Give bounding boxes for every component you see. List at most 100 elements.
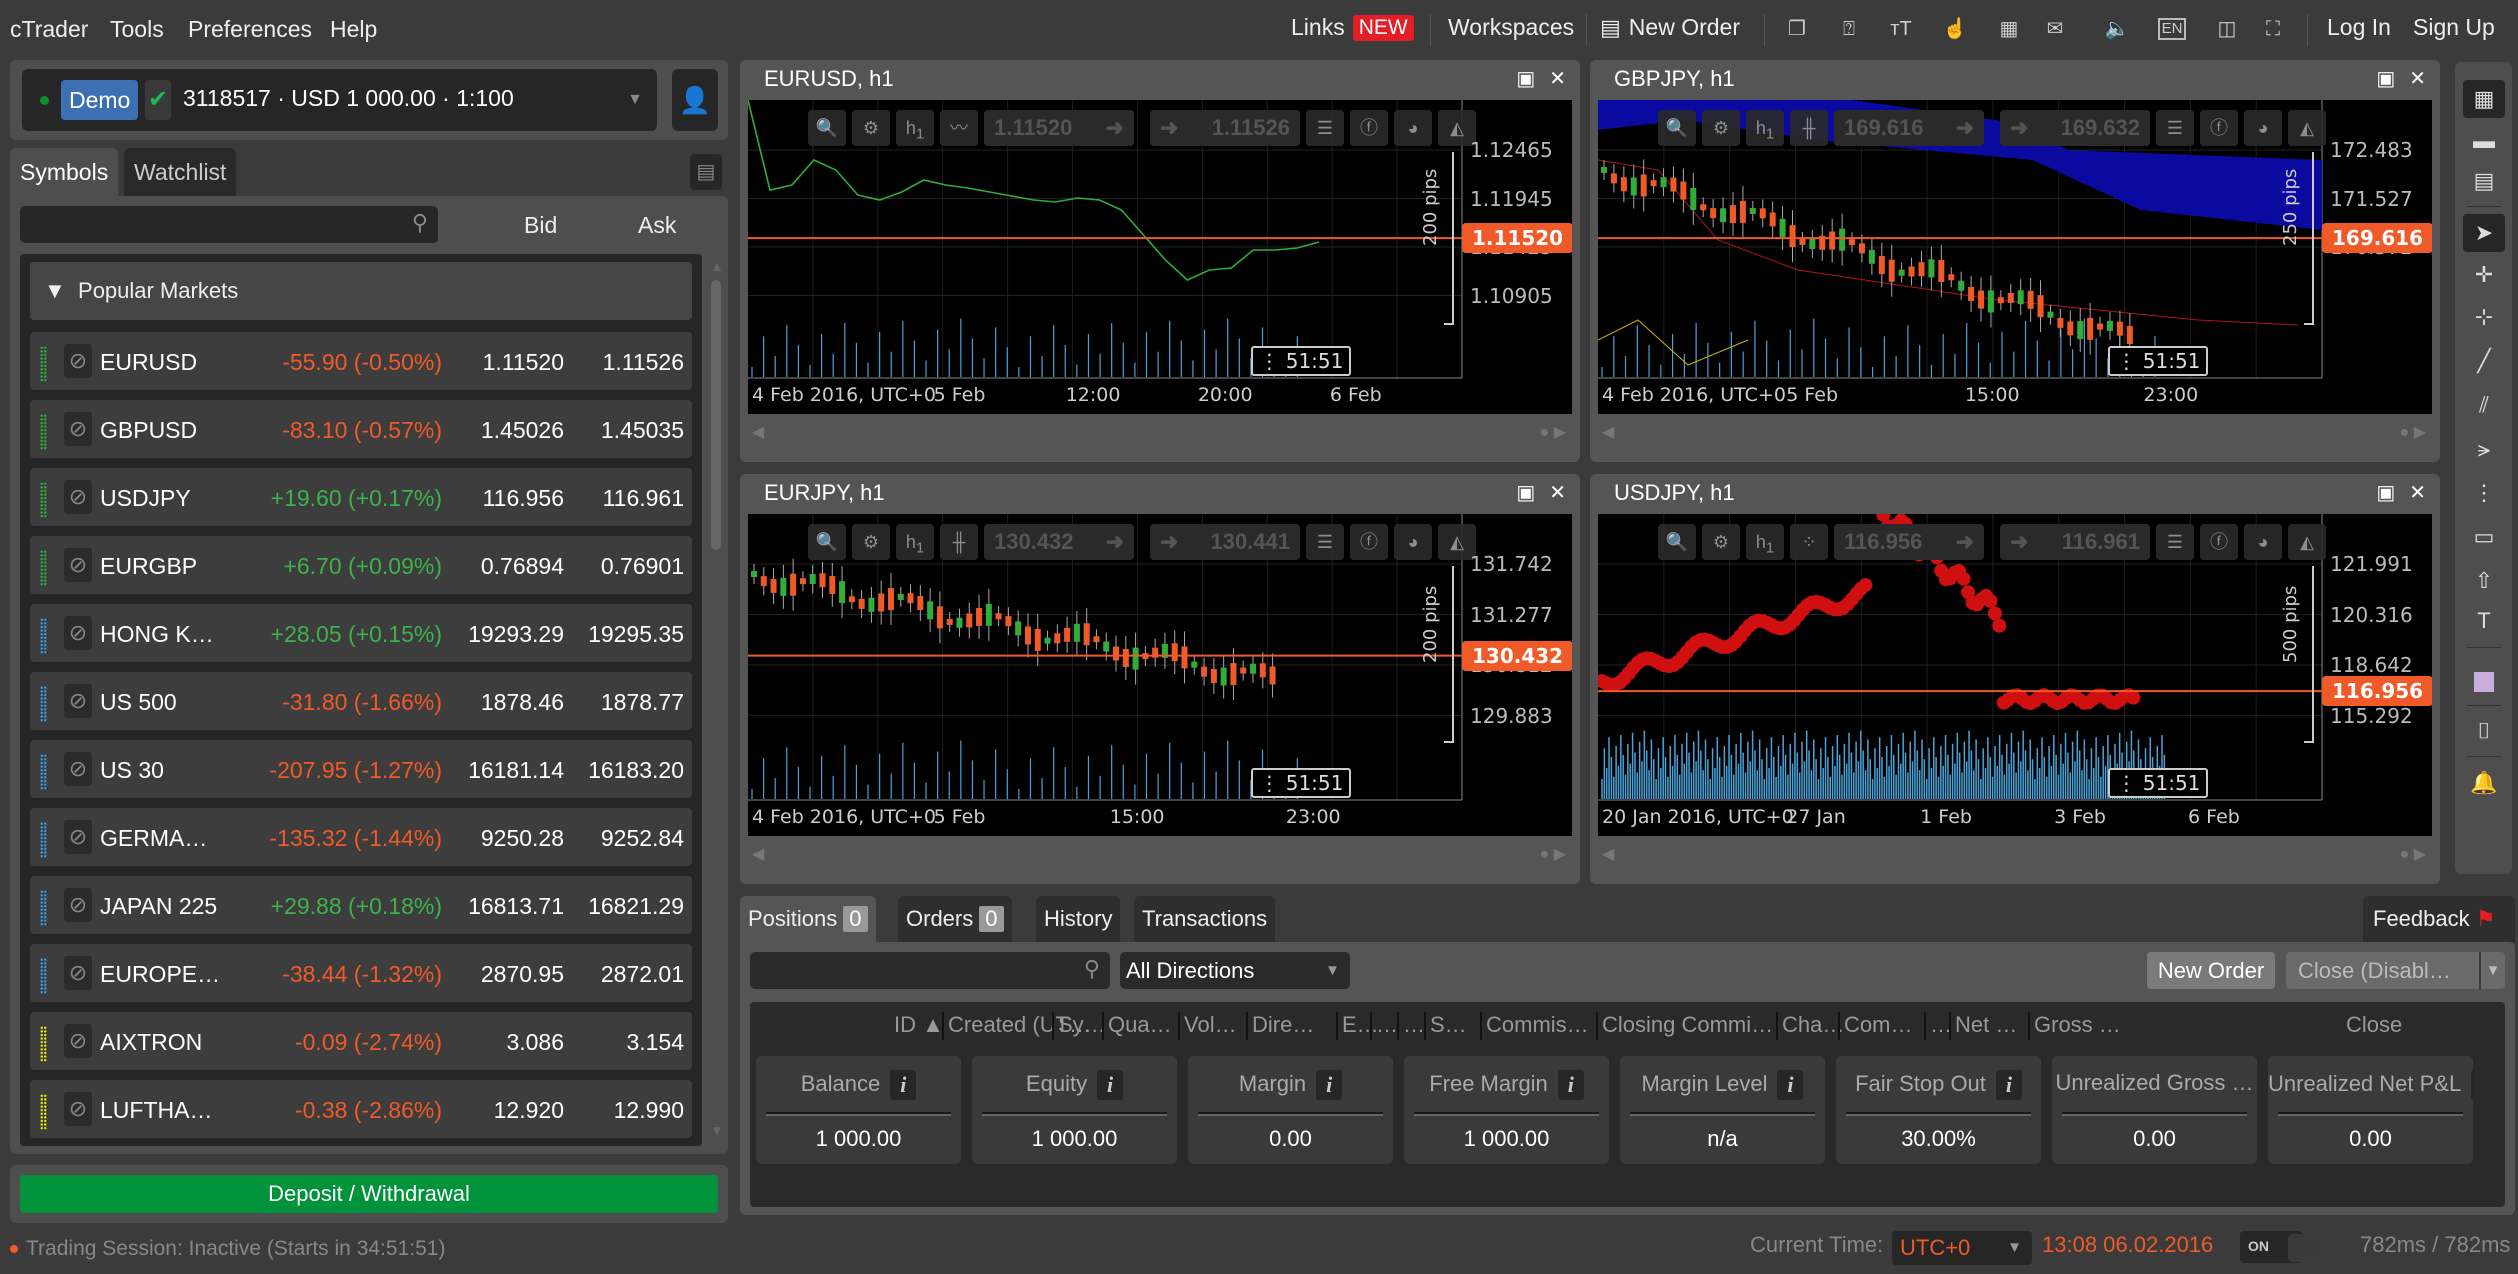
block-trading-icon[interactable]: ⊘ [64,548,92,582]
bid-price[interactable]: 16181.14 [468,757,564,784]
buy-price-button[interactable]: ➜ 169.632 [2000,110,2150,146]
zoom-icon[interactable]: 🔍 [808,524,846,560]
layout-1-icon[interactable]: ▬ [2463,122,2505,160]
objects-icon[interactable]: ◭ [2288,524,2326,560]
scroll-left-icon[interactable]: ◀ [1602,844,1614,864]
chart-type-icon[interactable]: ╫ [1790,110,1828,146]
bid-price[interactable]: 1.45026 [481,417,564,444]
bid-price[interactable]: 1.11520 [483,349,564,376]
fullscreen-icon[interactable]: ⛶ [2258,16,2288,42]
indicators-f-icon[interactable]: ⓕ [1350,524,1388,560]
block-trading-icon[interactable]: ⊘ [64,1092,92,1126]
column-header[interactable]: Dire… [1246,1012,1314,1040]
zoom-area-icon[interactable]: ⊹ [2463,298,2505,336]
cbots-icon[interactable]: ◕ [2244,524,2282,560]
pointer-icon[interactable]: ➤ [2463,214,2505,252]
touch-settings-icon[interactable]: ☝ [1940,16,1970,42]
menu-help[interactable]: Help [330,16,377,43]
chart-type-icon[interactable]: ╫ [940,524,978,560]
detach-icon[interactable]: ❐ [1782,16,1812,42]
zoom-icon[interactable]: 🔍 [808,110,846,146]
symbol-list-scrollbar[interactable]: ▲ ▼ [710,258,724,1138]
indicators-f-icon[interactable]: ⓕ [1350,110,1388,146]
symbol-row[interactable]: ⊘ JAPAN 225 +29.88 (+0.18%) 16813.71 168… [30,876,692,934]
block-trading-icon[interactable]: ⊘ [64,1024,92,1058]
column-header[interactable]: Vol… [1178,1012,1237,1040]
info-icon[interactable]: i [890,1070,917,1100]
buy-price-button[interactable]: ➜ 116.961 [2000,524,2150,560]
new-order-button[interactable]: ▤ New Order [1600,14,1740,41]
symbol-row[interactable]: ⊘ GERMA… -135.32 (-1.44%) 9250.28 9252.8… [30,808,692,866]
timezone-select[interactable]: UTC+0 ▼ [1892,1231,2032,1265]
links-button[interactable]: Links NEW [1291,14,1414,41]
column-header[interactable]: Net … [1949,1012,2017,1040]
ask-price[interactable]: 1.45035 [601,417,684,444]
column-header[interactable]: Cha… [1776,1012,1844,1040]
scroll-left-icon[interactable]: ◀ [752,844,764,864]
toggle-knob[interactable] [2288,1234,2326,1262]
deposit-withdrawal-button[interactable]: Deposit / Withdrawal [20,1175,718,1213]
bid-price[interactable]: 9250.28 [481,825,564,852]
group-popular-markets[interactable]: ▼ Popular Markets [30,262,692,320]
block-trading-icon[interactable]: ⊘ [64,820,92,854]
buy-price-button[interactable]: ➜ 130.441 [1150,524,1300,560]
ask-price[interactable]: 1.11526 [603,349,684,376]
chart-plot-area[interactable]: 🔍 ⚙ h1 ╫ 169.616 ➜ ➜ 169.632 ☰ ⓕ ◕ ◭ 172… [1598,100,2432,414]
close-icon[interactable]: ✕ [1549,482,1566,504]
language-en-icon[interactable]: EN [2158,18,2186,40]
tab-watchlist[interactable]: Watchlist [124,148,237,196]
tab-history[interactable]: History [1036,896,1121,942]
chart-horizontal-scrollbar[interactable]: ● ▶ [2400,844,2426,864]
buy-price-button[interactable]: ➜ 1.11526 [1150,110,1300,146]
chart-plot-area[interactable]: 🔍 ⚙ h1 〰 1.11520 ➜ ➜ 1.11526 ☰ ⓕ ◕ ◭ 1.1… [748,100,1572,414]
indicators-f-icon[interactable]: ⓕ [2200,524,2238,560]
checklist-icon[interactable]: ☰ [2156,524,2194,560]
chart-horizontal-scrollbar[interactable]: ● ▶ [1540,422,1566,442]
rectangle-icon[interactable]: ▭ [2463,518,2505,556]
color-swatch-icon[interactable] [2463,662,2505,700]
block-trading-icon[interactable]: ⊘ [64,344,92,378]
zoom-icon[interactable]: 🔍 [1658,524,1696,560]
bid-price[interactable]: 3.086 [506,1029,564,1056]
fib-fan-icon[interactable]: ⫽ [2463,386,2505,424]
column-header[interactable]: … [1370,1012,1398,1040]
email-icon[interactable]: ✉ [2040,16,2070,42]
arrow-icon[interactable]: ⇧ [2463,562,2505,600]
block-trading-icon[interactable]: ⊘ [64,684,92,718]
user-profile-button[interactable]: 👤 [672,69,718,131]
scroll-thumb[interactable] [711,280,721,550]
help-video-icon[interactable]: ⍰ [1834,16,1864,42]
positions-search-input[interactable]: ⚲ [750,952,1110,989]
sell-price-button[interactable]: 130.432 ➜ [984,524,1134,560]
direction-filter-select[interactable]: All Directions ▼ [1120,952,1350,989]
chart-settings-icon[interactable]: ⚙ [1702,110,1740,146]
bid-price[interactable]: 2870.95 [481,961,564,988]
column-header[interactable]: … [1397,1012,1425,1040]
andrews-pitchfork-icon[interactable]: ⪫ [2463,430,2505,468]
close-positions-button[interactable]: Close (Disabl… ▼ [2286,952,2505,989]
chevron-down-icon[interactable]: ▼ [2479,952,2505,989]
block-trading-icon[interactable]: ⊘ [64,888,92,922]
text-icon[interactable]: T [2463,602,2505,640]
symbol-row[interactable]: ⊘ EURUSD -55.90 (-0.50%) 1.11520 1.11526 [30,332,692,390]
sound-icon[interactable]: 🔈 [2102,16,2132,42]
checklist-icon[interactable]: ☰ [1306,110,1344,146]
trend-line-icon[interactable]: ╱ [2463,342,2505,380]
alert-bell-icon[interactable]: 🔔 [2463,764,2505,802]
text-size-icon[interactable]: тT [1886,16,1916,42]
column-header[interactable]: Sy… [1052,1012,1106,1040]
sell-price-button[interactable]: 116.956 ➜ [1834,524,1984,560]
cbots-icon[interactable]: ◕ [1394,110,1432,146]
maximize-icon[interactable]: ▣ [2376,68,2395,90]
checklist-icon[interactable]: ☰ [1306,524,1344,560]
menu-tools[interactable]: Tools [110,16,164,43]
timeframe-button[interactable]: h1 [1746,524,1784,560]
ask-column-header[interactable]: Ask [638,212,676,239]
timeframe-button[interactable]: h1 [896,110,934,146]
cbots-icon[interactable]: ◕ [1394,524,1432,560]
column-header[interactable]: … [1924,1012,1952,1040]
ask-price[interactable]: 19295.35 [588,621,684,648]
bid-price[interactable]: 0.76894 [481,553,564,580]
bid-price[interactable]: 1878.46 [481,689,564,716]
timeframe-button[interactable]: h1 [1746,110,1784,146]
